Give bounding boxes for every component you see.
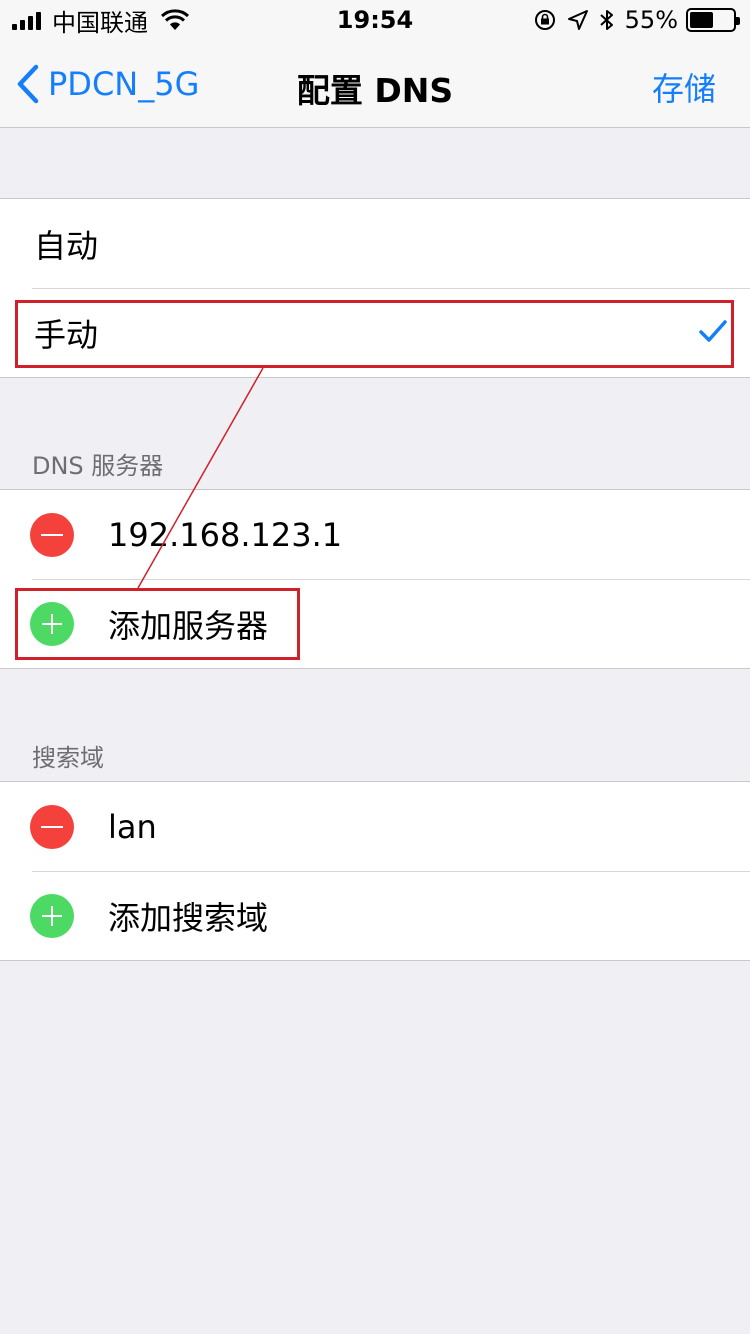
add-search-domain-row[interactable]: 添加搜索域 bbox=[0, 871, 750, 960]
checkmark-icon bbox=[699, 320, 727, 342]
search-domains-header: 搜索域 bbox=[32, 744, 104, 772]
navigation-bar: PDCN_5G 配置 DNS 存储 bbox=[0, 40, 750, 128]
mode-automatic[interactable]: 自动 bbox=[0, 199, 750, 288]
battery-icon bbox=[686, 8, 740, 32]
search-domains-group: lan 添加搜索域 bbox=[0, 781, 750, 961]
location-icon bbox=[567, 10, 588, 30]
add-search-domain-label: 添加搜索域 bbox=[108, 898, 269, 937]
add-icon[interactable] bbox=[30, 893, 74, 938]
dns-server-row: 192.168.123.1 bbox=[0, 490, 750, 579]
delete-icon[interactable] bbox=[30, 512, 74, 557]
dns-server-value[interactable]: 192.168.123.1 bbox=[108, 516, 342, 554]
dns-servers-header: DNS 服务器 bbox=[32, 452, 164, 480]
back-button[interactable]: PDCN_5G bbox=[16, 62, 199, 106]
add-server-row[interactable]: 添加服务器 bbox=[0, 579, 750, 668]
config-mode-group: 自动 手动 bbox=[0, 198, 750, 378]
mode-manual[interactable]: 手动 bbox=[0, 288, 750, 377]
status-right: 55% bbox=[533, 6, 740, 34]
status-bar: 中国联通 19:54 55% bbox=[0, 0, 750, 40]
delete-icon[interactable] bbox=[30, 804, 74, 849]
mode-automatic-label: 自动 bbox=[34, 226, 99, 265]
add-icon[interactable] bbox=[30, 601, 74, 646]
save-button[interactable]: 存储 bbox=[652, 64, 716, 110]
back-button-label: PDCN_5G bbox=[48, 65, 200, 103]
dns-servers-group: 192.168.123.1 添加服务器 bbox=[0, 489, 750, 669]
chevron-left-icon bbox=[17, 64, 39, 104]
search-domain-value[interactable]: lan bbox=[108, 808, 157, 846]
orientation-lock-icon bbox=[534, 10, 555, 30]
search-domain-row: lan bbox=[0, 782, 750, 871]
battery-level bbox=[690, 12, 714, 28]
bluetooth-icon bbox=[599, 10, 613, 30]
mode-manual-label: 手动 bbox=[34, 315, 99, 354]
battery-percent: 55% bbox=[624, 6, 678, 34]
add-server-label: 添加服务器 bbox=[108, 606, 269, 645]
